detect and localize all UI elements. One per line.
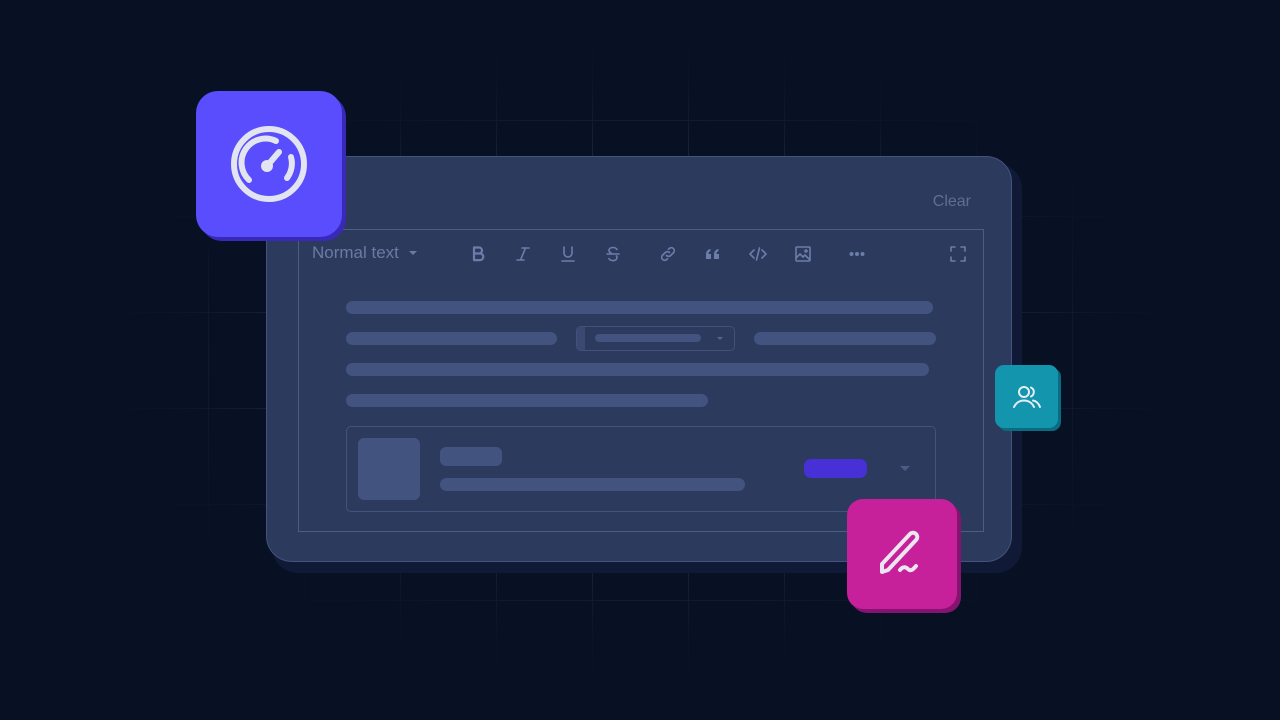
signature-icon xyxy=(880,530,920,574)
subtitle-placeholder xyxy=(440,478,745,491)
fullscreen-icon xyxy=(950,246,966,262)
text-style-dropdown[interactable]: Normal text xyxy=(312,243,417,263)
thumbnail-placeholder xyxy=(358,438,420,500)
quote-icon xyxy=(706,249,719,259)
code-button[interactable] xyxy=(746,242,770,266)
text-style-label: Normal text xyxy=(312,243,399,262)
text-line-placeholder xyxy=(346,332,557,345)
status-badge xyxy=(804,459,867,478)
inline-dropdown[interactable] xyxy=(576,326,735,351)
bold-button[interactable] xyxy=(466,242,490,266)
italic-icon xyxy=(516,247,530,261)
gauge-tile xyxy=(196,91,342,237)
editor-toolbar: Normal text xyxy=(299,230,983,278)
quote-button[interactable] xyxy=(701,242,725,266)
more-icon xyxy=(849,252,865,257)
dropdown-handle xyxy=(577,327,585,350)
image-icon xyxy=(795,246,811,262)
text-line-placeholder xyxy=(346,363,929,376)
link-button[interactable] xyxy=(656,242,680,266)
title-placeholder xyxy=(440,447,502,466)
fullscreen-button[interactable] xyxy=(946,242,970,266)
underline-button[interactable] xyxy=(556,242,580,266)
code-icon xyxy=(749,247,767,261)
text-line-placeholder xyxy=(754,332,936,345)
text-line-placeholder xyxy=(346,394,708,407)
users-icon xyxy=(1012,385,1041,408)
clear-button[interactable]: Clear xyxy=(933,193,971,211)
bold-icon xyxy=(472,246,485,262)
text-line-placeholder xyxy=(346,301,933,314)
chevron-down-icon xyxy=(717,337,723,340)
gauge-icon xyxy=(231,126,307,202)
strikethrough-icon xyxy=(606,246,620,262)
signature-tile xyxy=(847,499,957,609)
chevron-down-icon xyxy=(408,251,417,255)
rich-text-editor[interactable]: Normal text xyxy=(298,229,984,532)
link-icon xyxy=(660,246,676,262)
chevron-down-icon[interactable] xyxy=(900,466,910,471)
strikethrough-button[interactable] xyxy=(601,242,625,266)
italic-button[interactable] xyxy=(511,242,535,266)
underline-icon xyxy=(561,246,575,262)
dropdown-value-placeholder xyxy=(595,334,701,342)
embedded-card[interactable] xyxy=(346,426,936,512)
more-button[interactable] xyxy=(845,242,869,266)
users-tile xyxy=(995,365,1058,428)
image-button[interactable] xyxy=(791,242,815,266)
